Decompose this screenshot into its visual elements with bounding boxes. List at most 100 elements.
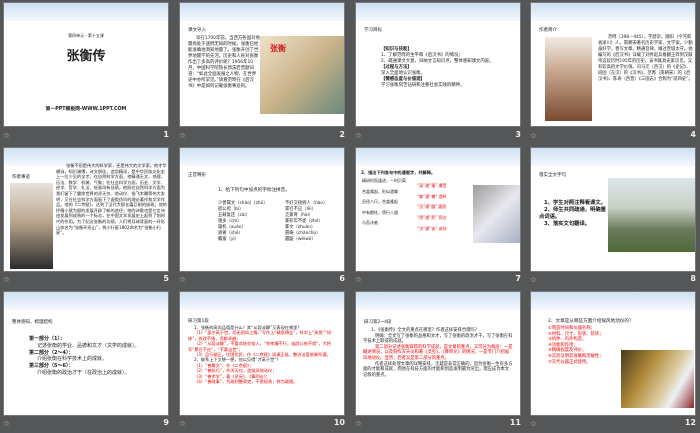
slide-thumbnail-8[interactable]: 落实全文字句 1、学生对照注释看课文。 2、师生共同疏通，明确重点词语。 3、落… xyxy=(530,147,696,272)
star-icon[interactable]: ☆ xyxy=(355,131,362,140)
part-description: 介绍张衡的政治才干（在政治上的成就）。 xyxy=(37,369,130,376)
answer-highlight: 第二部分记述张衡取得的科学成就，是文章的重点，又可分为两层：一是概述情况，以及制… xyxy=(363,344,513,361)
slide-thumbnail-7[interactable]: 2、指出下列各句中的通假字，并解释。 精研时而逢进，一时贝离 “离”通“罹” 遭受… xyxy=(355,147,521,272)
slide-thumbnail-1[interactable]: 第四单元 · 第十五课 张衡传 第一PPT模板网-WWW.1PPT.COM xyxy=(3,2,169,127)
slide-body: 1、张衡的高尚品德是什么？其“从容淡静”又表现在哪里？ （1）“虽才高于世，而无… xyxy=(188,325,340,384)
header-band xyxy=(4,292,168,310)
header-band xyxy=(531,3,695,21)
slide-thumbnail-9[interactable]: 整体感知，梳理结构 第一部分（1）： 记述张衡的学业、品德和文才（文学的成就）。 … xyxy=(3,291,169,416)
slide-body: 张衡不但是伟大的科学家，还是伟大的文学家。他才华横溢，知识渊博，诗文俱佳，造诣精… xyxy=(56,163,167,236)
slide-number: 10 xyxy=(333,418,345,427)
slide-thumbnail-12[interactable]: 2、文章是从哪些方面介绍候风地动仪的？ ①制造时间和仪器名称； ②材料、尺寸、形状… xyxy=(530,291,696,416)
header-band xyxy=(180,148,344,166)
slide-thumbnail-3[interactable]: 学习目标 【知识与技能】 1、了解范晔的生平和《后汉书》的情况； 2、疏通课文大… xyxy=(355,2,521,127)
seismoscope-photo xyxy=(621,350,694,408)
slide-number: 11 xyxy=(509,418,521,427)
question-text: 1、给下列句中加点的字标注拼音。 xyxy=(218,188,290,193)
answer: （2）“从容淡静”，不喜欢结交俗人，“举孝廉不行，连辟公府不就”，大将军“累召不… xyxy=(188,341,331,352)
slide-label: 落实全文字句 xyxy=(539,173,566,178)
header-band xyxy=(531,148,695,166)
star-icon[interactable]: ☆ xyxy=(179,131,186,140)
slide-thumbnail-5[interactable]: 作者事迹 张衡不但是伟大的科学家，还是伟大的文学家。他才华横溢，知识渊博，诗文俱… xyxy=(3,147,169,272)
pinyin-item: 龌龊（wéiwò） xyxy=(285,237,316,242)
answer: “决”通“诀” 诀别 xyxy=(417,225,447,231)
task-item: 3、落实文句翻译。 xyxy=(544,221,591,227)
slide-label: 整体感知，梳理结构 xyxy=(12,320,53,325)
tongjia-list: 精研时而逢进，一时贝离 “离”通“罹” 遭受 合盖隆起，形似酒尊 “尊”通“樽” 酒… xyxy=(362,178,472,231)
slide-footer: ☆ 5 xyxy=(3,273,169,289)
slide-thumbnail-10[interactable]: 研习第1段 1、张衡的高尚品德是什么？其“从容淡静”又表现在哪里？ （1）“虽才… xyxy=(179,291,345,416)
slide-number: 4 xyxy=(690,130,696,139)
header-band xyxy=(356,292,520,310)
answer: 明确：全文写了张衡的品格和文才，写了张衡的政治才干，写了张衡在科学技术上取得的成… xyxy=(363,333,513,345)
star-icon[interactable]: ☆ xyxy=(530,419,537,428)
header-band xyxy=(531,292,695,310)
star-icon[interactable]: ☆ xyxy=(530,275,537,284)
zhang-heng-portrait xyxy=(10,183,53,269)
slide-footer: ☆ 8 xyxy=(530,273,696,289)
answer-list: ①制造时间和仪器名称； ②材料、尺寸、形状、装饰； ③机件、内外构造； ④功能和作用；… xyxy=(548,326,628,365)
slide-label: 正音释形 xyxy=(188,173,206,178)
task-item: 2、师生共同疏通，明确重点词语。 xyxy=(539,207,606,220)
question-text: 2、文章是从哪些方面介绍候风地动仪的？ xyxy=(548,319,634,324)
slide-label: 研习第1段 xyxy=(188,319,209,324)
slide-label: 研习第2~4段 xyxy=(364,320,392,325)
answer: 作者这样处理文章的详略安排，无疑是非常正确的，因为张衡一生有多方面的才能和成就，… xyxy=(363,361,513,378)
slide-number: 1 xyxy=(163,130,169,139)
slide-number: 5 xyxy=(163,274,169,283)
slide-footer: ☆ 4 xyxy=(530,129,696,145)
star-icon[interactable]: ☆ xyxy=(179,275,186,284)
answer: （1）“虽才高于世，而无骄尚之情。”写作上“精思傅会”，科学上“致思”“研核”，… xyxy=(188,330,332,341)
slide-label: 作者简介 xyxy=(539,28,557,33)
slide-body: 早在1700年前，当西方各国对地震尚处于迷惘无知的时候，张衡已经能准确地测知地震… xyxy=(188,36,260,89)
slide-body: 1、《张衡传》全文的重点在哪里？作者这样安排合理吗？ 明确：全文写了张衡的品格和… xyxy=(363,328,513,378)
slide-thumbnail-4[interactable]: 作者简介 范晔（398－445），字蔚宗，顺阳（今河南省淅川）人。南朝宋著名历史… xyxy=(530,2,696,127)
structure-list: 第一部分（1）： 记述张衡的学业、品德和文才（文学的成就）。 第二部分（2～4）：… xyxy=(29,336,157,377)
part-heading: 第三部分（5～6）： xyxy=(29,363,74,370)
slide-label: 作者事迹 xyxy=(12,175,30,180)
objectives-list: 【知识与技能】 1、了解范晔的生平和《后汉书》的情况； 2、疏通课文大意，归纳文… xyxy=(381,47,501,89)
slide-footer: ☆ 6 xyxy=(179,273,345,289)
star-icon[interactable]: ☆ xyxy=(3,131,10,140)
pinyin-item: 瞻富（yì） xyxy=(218,237,239,242)
star-icon[interactable]: ☆ xyxy=(3,419,10,428)
star-icon[interactable]: ☆ xyxy=(3,275,10,284)
slide-label: 课文导入 xyxy=(188,28,206,33)
star-icon[interactable]: ☆ xyxy=(530,131,537,140)
slide-label: 学习目标 xyxy=(364,28,382,33)
slide-subtitle: 第四单元 · 第十五课 xyxy=(68,33,104,38)
slide-body: 范晔（398－445），字蔚宗，顺阳（今河南省淅川）人。南朝宋著名历史学家、文学… xyxy=(598,35,693,82)
slide-footer: ☆ 7 xyxy=(355,273,521,289)
question-text: 2、指出下列各句中的通假字，并解释。 xyxy=(361,170,436,175)
zhang-heng-illustration: 张衡 xyxy=(260,36,344,114)
star-icon[interactable]: ☆ xyxy=(355,275,362,284)
slide-footer: ☆ 1 xyxy=(3,129,169,145)
slide-footer: ☆ 2 xyxy=(179,129,345,145)
author-portrait xyxy=(545,37,592,121)
slide-thumbnail-6[interactable]: 正音释形 1、给下列句中加点的字标注拼音。 少善属文（shǎo）(zhǔ） 欲公府… xyxy=(179,147,345,272)
slide-thumbnail-11[interactable]: 研习第2~4段 1、《张衡传》全文的重点在哪里？作者这样安排合理吗？ 明确：全文… xyxy=(355,291,521,416)
pinyin-list-left: 少善属文（shǎo）(zhǔ） 欲公府（bì） 五载复还（zài） 遁多（chí） 璇机… xyxy=(218,201,283,243)
image-caption: 张衡 xyxy=(270,44,286,53)
slide-footer: ☆ 3 xyxy=(355,129,521,145)
objective-item: 学习张衡刻苦钻研和注重社会实践的精神。 xyxy=(381,83,465,88)
task-list: 1、学生对照注释看课文。 2、师生共同疏通，明确重点词语。 3、落实文句翻译。 xyxy=(539,200,609,228)
header-band xyxy=(180,292,344,310)
slide-title: 张衡传 xyxy=(66,49,106,64)
header-band xyxy=(356,3,520,21)
header-band xyxy=(180,3,344,21)
answer-item: ⑦交代仪器正式使用。 xyxy=(548,359,591,365)
star-icon[interactable]: ☆ xyxy=(179,419,186,428)
star-icon[interactable]: ☆ xyxy=(355,419,362,428)
slide-number: 2 xyxy=(339,130,345,139)
task-item: 1、学生对照注释看课文。 xyxy=(544,200,606,206)
slide-number: 6 xyxy=(339,274,345,283)
slide-number: 9 xyxy=(163,418,169,427)
part-description: 记述张衡的学业、品德和文才（文学的成就）。 xyxy=(37,342,140,349)
pinyin-list-right: 不好交接俗人（hào） 累召不应（lěi） 乏篆骨（hài） 篆积年不徙（zhé） 篆文… xyxy=(285,201,344,243)
armillary-sphere-photo xyxy=(608,178,695,252)
part-heading: 第一部分（1）： xyxy=(29,336,65,342)
slide-number: 7 xyxy=(515,274,521,283)
slide-thumbnail-2[interactable]: 课文导入 早在1700年前，当西方各国对地震尚处于迷惘无知的时候，张衡已经能准确… xyxy=(179,2,345,127)
slide-number: 3 xyxy=(515,130,521,139)
